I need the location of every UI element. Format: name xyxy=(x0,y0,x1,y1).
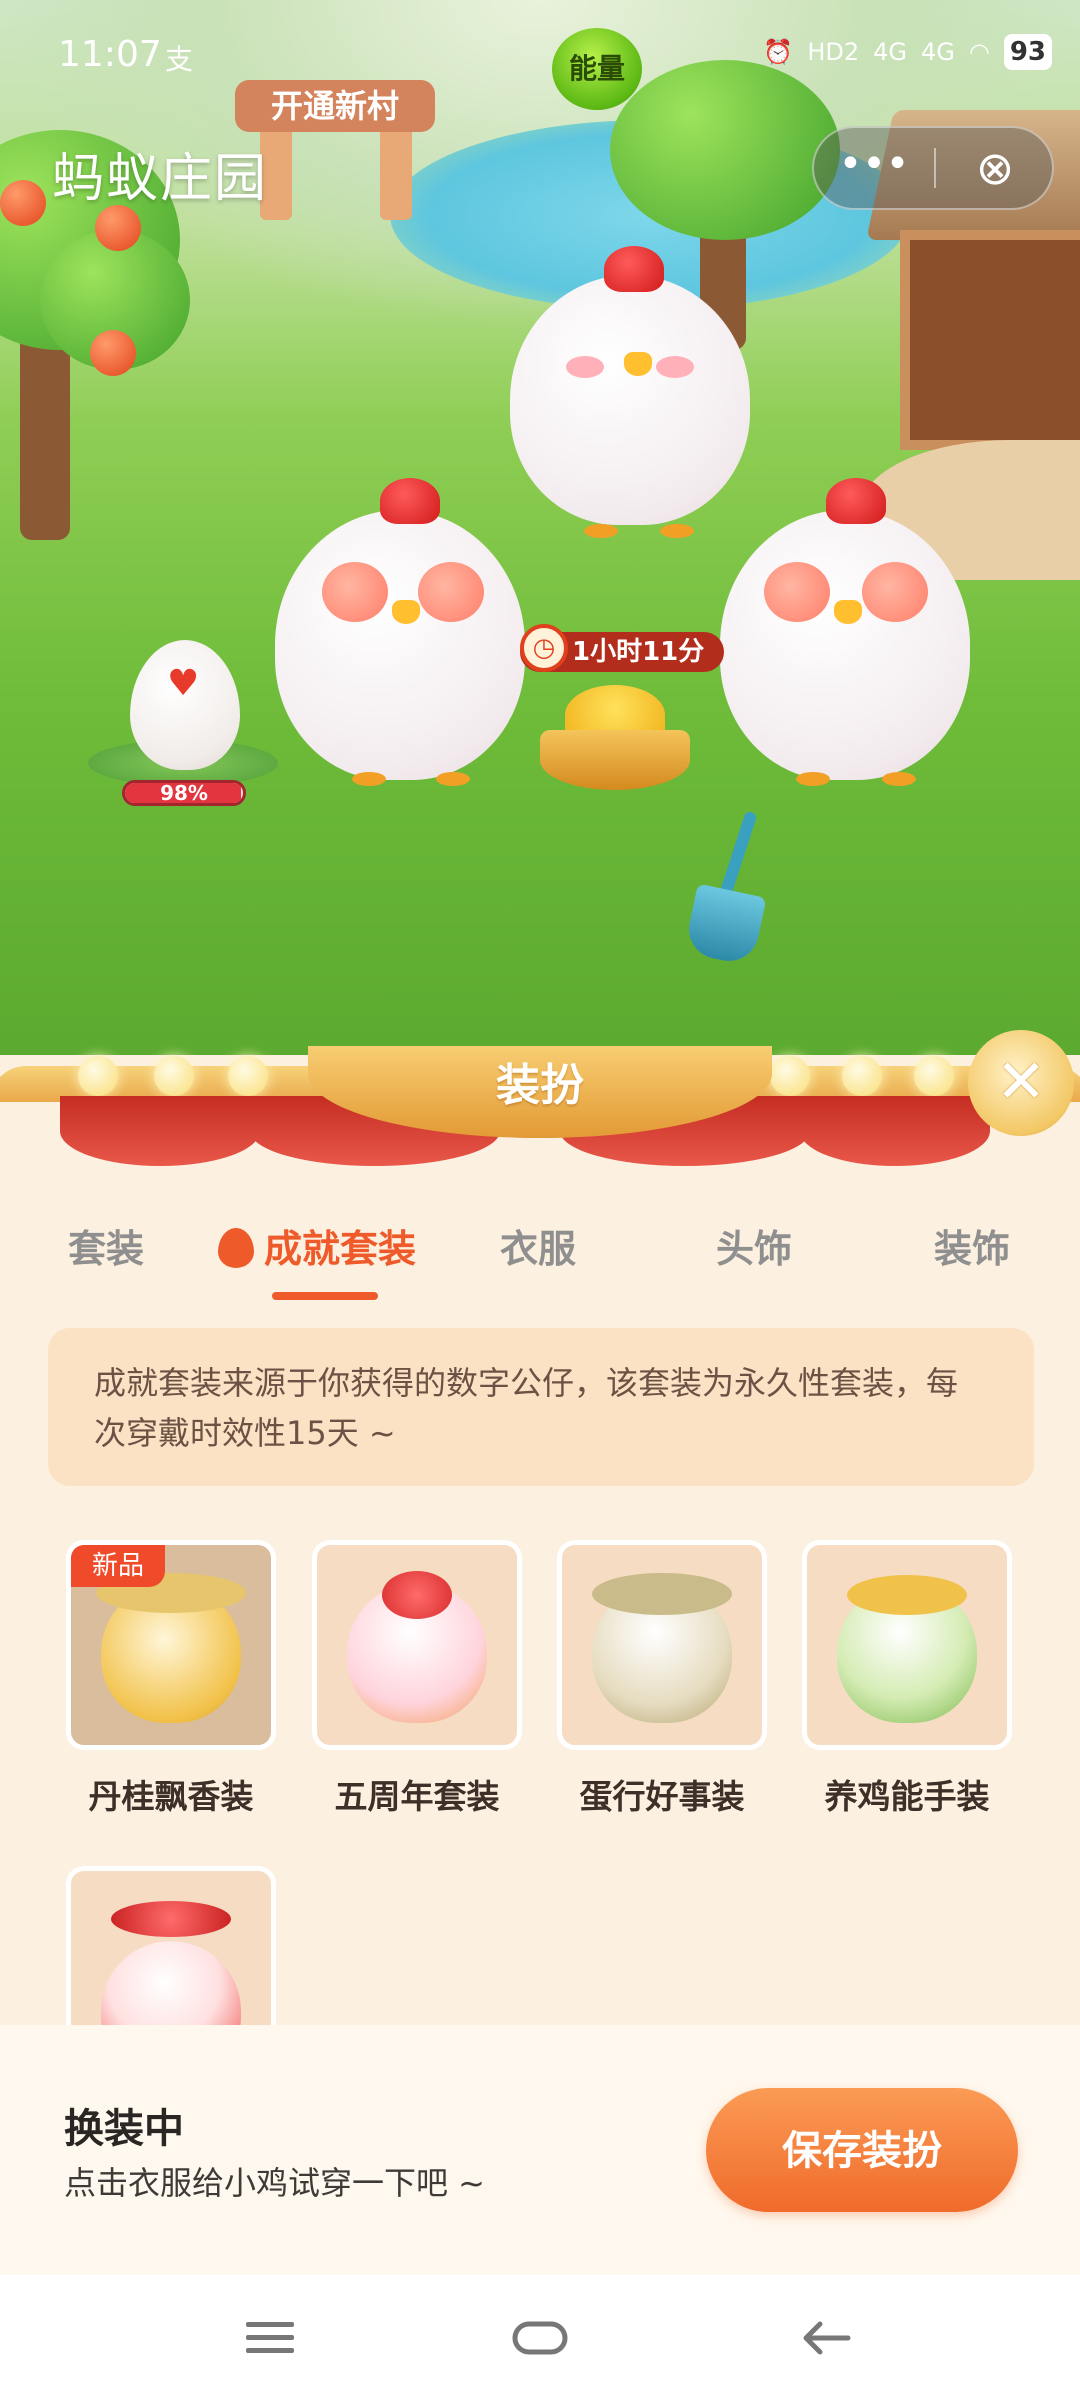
dressing-hint: 点击衣服给小鸡试穿一下吧 ~ xyxy=(64,2164,485,2202)
battery-icon: 93 xyxy=(1003,34,1052,70)
tab-clothes[interactable]: 衣服 xyxy=(500,1218,576,1273)
energy-ball[interactable]: 能量 xyxy=(552,28,642,110)
outfit-item[interactable] xyxy=(66,1866,276,2026)
tab-achievement-suits-label: 成就套装 xyxy=(264,1227,417,1271)
new-village-gate[interactable]: 开通新村 xyxy=(235,80,435,220)
status-bar: 11:07 支 能量 ⏰ HD2 4G 4G ◠ 93 xyxy=(0,0,1080,110)
chicken-cheek xyxy=(566,356,604,378)
chicken-foot xyxy=(660,524,694,538)
egg-progress-bar: 98% xyxy=(122,780,246,806)
outfit-label: 蛋行好事装 xyxy=(579,1777,745,1816)
outfit-thumbnail: 新品 xyxy=(66,1540,276,1750)
outfit-item[interactable]: 蛋行好事装 xyxy=(557,1540,767,1818)
signal-icon: 4G xyxy=(920,38,955,66)
chicken-foot xyxy=(796,772,830,786)
achievement-notice: 成就套装来源于你获得的数字公仔，该套装为永久性套装，每次穿戴时效性15天 ~ xyxy=(48,1328,1034,1486)
system-navigation-bar xyxy=(0,2275,1080,2400)
alipay-icon: 支 xyxy=(165,43,194,76)
chicken-foot xyxy=(352,772,386,786)
back-icon[interactable] xyxy=(766,2275,886,2400)
hd-icon: HD2 xyxy=(807,38,860,66)
chicken-cheek xyxy=(656,356,694,378)
tab-headwear[interactable]: 头饰 xyxy=(716,1218,792,1273)
house-room xyxy=(900,230,1080,450)
heart-sunglasses xyxy=(322,562,388,622)
new-badge: 新品 xyxy=(71,1545,165,1587)
panel-close-button[interactable]: ✕ xyxy=(968,1030,1074,1136)
bowl-dish xyxy=(540,730,690,790)
app-title: 蚂蚁庄园 xyxy=(52,149,269,209)
outfit-label: 养鸡能手装 xyxy=(824,1777,990,1816)
chicken-beak xyxy=(834,600,862,624)
wifi-icon: ◠ xyxy=(968,38,990,66)
outfit-item[interactable]: 新品 丹桂飘香装 xyxy=(66,1540,276,1818)
heart-sunglasses xyxy=(862,562,928,622)
hat xyxy=(382,1571,452,1619)
light-bulb xyxy=(154,1056,194,1096)
food-bowl[interactable] xyxy=(540,685,690,795)
status-icons: ⏰ HD2 4G 4G ◠ 93 xyxy=(763,30,1052,74)
outfit-thumbnail xyxy=(312,1540,522,1750)
shovel[interactable] xyxy=(680,810,770,970)
chicken-beak xyxy=(624,352,652,376)
egg-progress-text: 98% xyxy=(160,781,208,805)
save-outfit-button[interactable]: 保存装扮 xyxy=(706,2088,1018,2212)
outfit-label: 丹桂飘香装 xyxy=(88,1777,254,1816)
tab-decorations[interactable]: 装饰 xyxy=(934,1218,1010,1273)
chicken-outfit xyxy=(101,1941,241,2026)
light-bulb xyxy=(842,1056,882,1096)
menu-icon[interactable] xyxy=(210,2275,330,2400)
curtain-drape xyxy=(60,1096,260,1166)
tab-suits[interactable]: 套装 xyxy=(68,1218,144,1273)
alarm-icon: ⏰ xyxy=(763,38,794,66)
light-bulb xyxy=(78,1056,118,1096)
outfit-item[interactable]: 五周年套装 xyxy=(312,1540,522,1818)
outfit-thumbnail xyxy=(557,1540,767,1750)
dressing-status-title: 换装中 xyxy=(64,2106,184,2152)
hat xyxy=(592,1573,732,1615)
heart-sunglasses xyxy=(418,562,484,622)
drop-icon xyxy=(218,1228,254,1268)
shovel-handle xyxy=(718,810,758,900)
fruit xyxy=(0,180,46,226)
egg[interactable] xyxy=(130,640,240,770)
signal-icon: 4G xyxy=(873,38,907,66)
clock-icon: ◷ xyxy=(520,624,568,672)
light-bulb xyxy=(770,1056,810,1096)
tab-achievement-suits[interactable]: 成就套装 xyxy=(218,1218,416,1273)
chicken-comb xyxy=(604,246,664,292)
outfit-thumbnail xyxy=(66,1866,276,2026)
outfit-item[interactable]: 养鸡能手装 xyxy=(802,1540,1012,1818)
status-time: 11:07 xyxy=(58,34,162,75)
heart-sunglasses xyxy=(764,562,830,622)
heart-icon: ♥ xyxy=(167,663,200,704)
hat xyxy=(111,1901,231,1937)
chicken-comb xyxy=(826,478,886,524)
chicken-foot xyxy=(436,772,470,786)
light-bulb xyxy=(914,1056,954,1096)
home-icon[interactable] xyxy=(480,2275,600,2400)
light-bulb xyxy=(228,1056,268,1096)
fruit xyxy=(95,205,141,251)
outfit-label: 五周年套装 xyxy=(334,1777,500,1816)
fruit xyxy=(90,330,136,376)
hat xyxy=(847,1575,967,1615)
chicken-comb xyxy=(380,478,440,524)
more-button[interactable]: ••• xyxy=(814,128,934,208)
close-miniapp-button[interactable]: ⊗ xyxy=(936,128,1054,208)
chicken-foot xyxy=(882,772,916,786)
outfit-thumbnail xyxy=(802,1540,1012,1750)
chicken-right[interactable] xyxy=(720,510,970,780)
chicken-left[interactable] xyxy=(275,510,525,780)
miniapp-capsule: ••• ⊗ xyxy=(812,126,1054,210)
active-tab-indicator xyxy=(272,1292,378,1300)
shovel-blade xyxy=(683,883,767,967)
category-tabs: 套装 成就套装 衣服 头饰 装饰 xyxy=(0,1218,1080,1288)
chicken-beak xyxy=(392,600,420,624)
chicken-foot xyxy=(584,524,618,538)
chicken-top[interactable] xyxy=(510,275,750,525)
curtain-drape xyxy=(800,1096,990,1166)
